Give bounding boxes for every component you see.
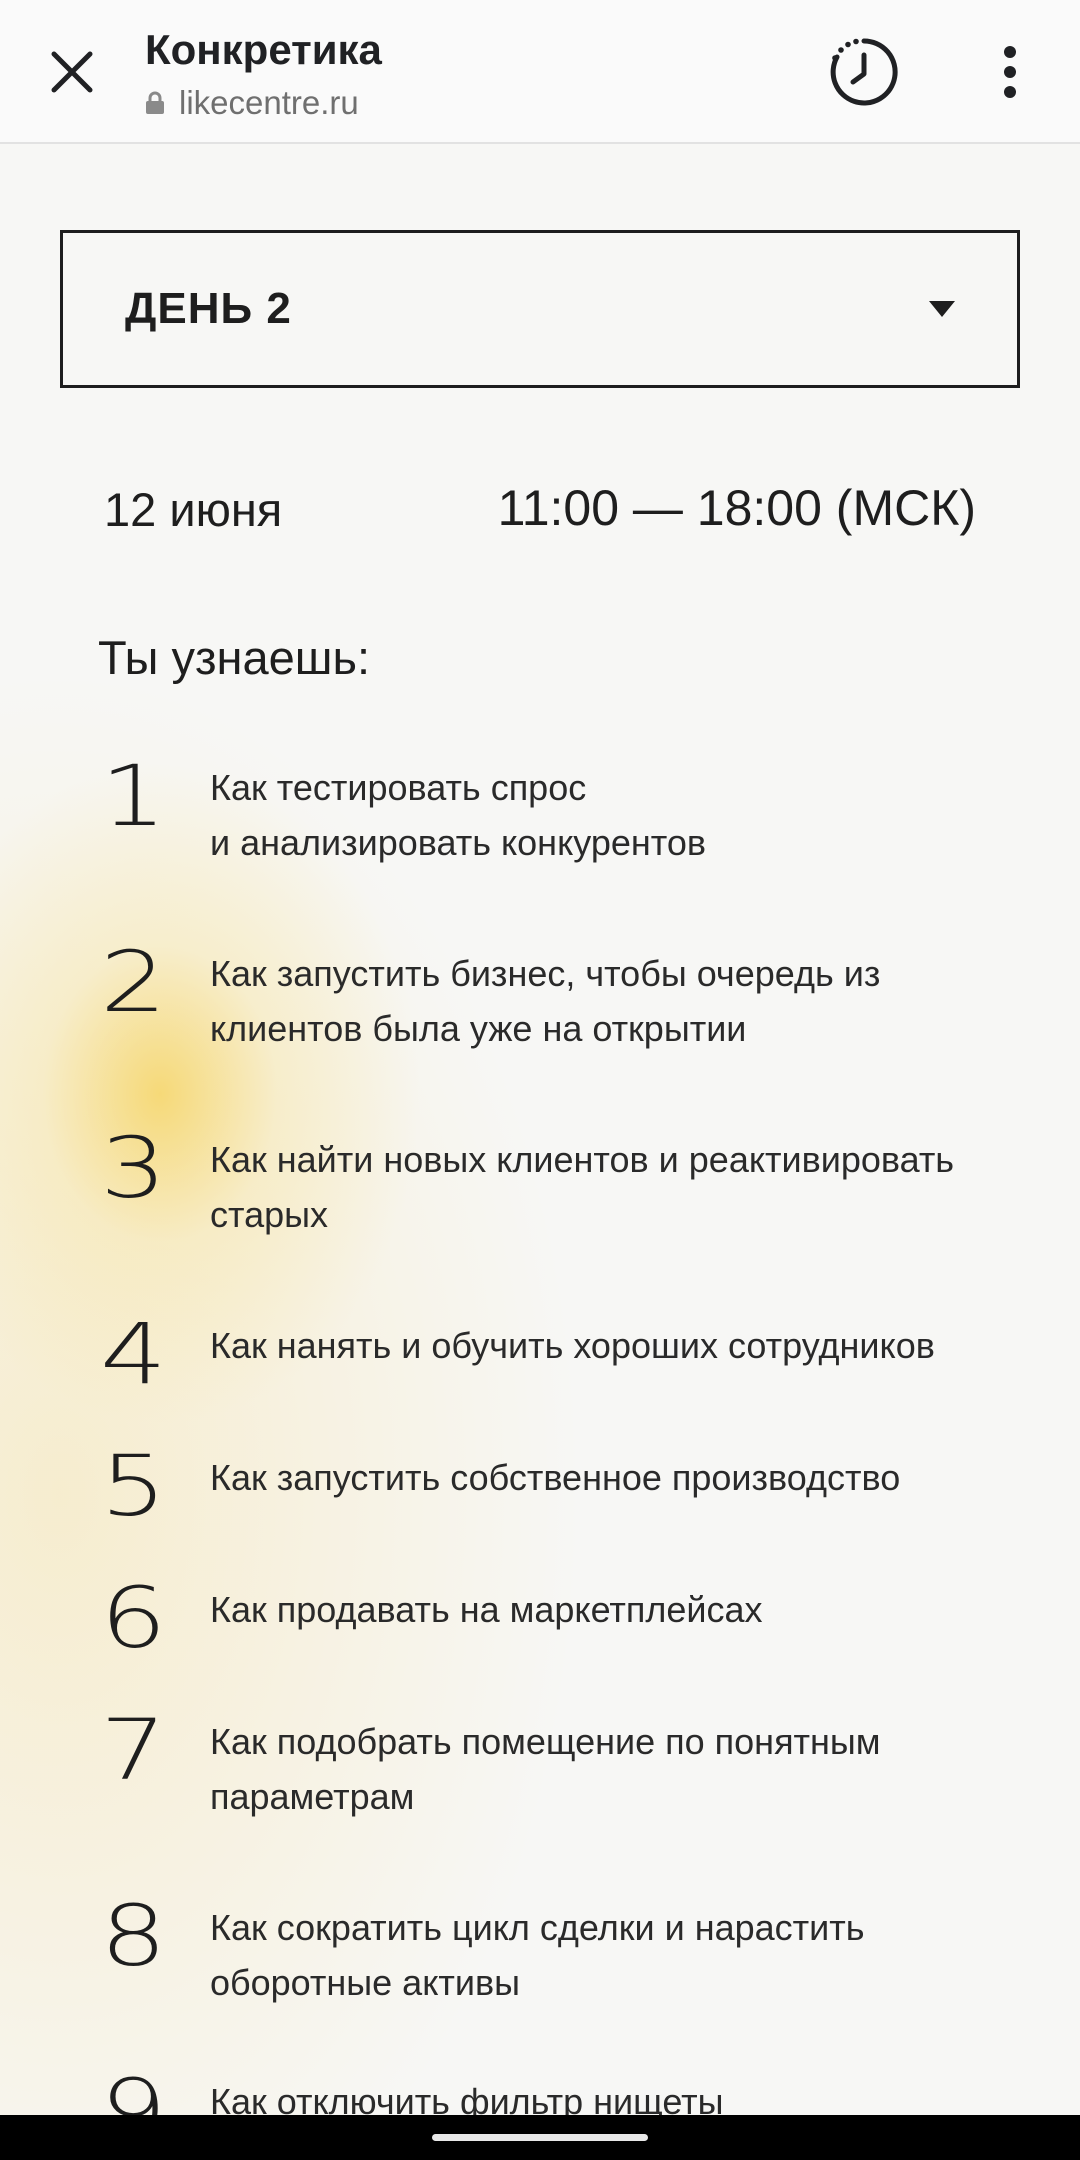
item-text: Как запустить собственное производство bbox=[210, 1450, 1010, 1505]
day-dropdown-value: ДЕНЬ 2 bbox=[125, 284, 292, 333]
more-menu-button[interactable] bbox=[980, 32, 1040, 112]
url-display[interactable]: likecentre.ru bbox=[145, 84, 359, 122]
more-vert-icon bbox=[1004, 46, 1016, 98]
history-button[interactable] bbox=[818, 32, 910, 112]
item-text-line: Как найти новых клиентов и реактивироват… bbox=[210, 1139, 955, 1180]
item-number: 5 bbox=[100, 1437, 167, 1535]
item-text: Как найти новых клиентов и реактивироват… bbox=[210, 1132, 1010, 1242]
item-number: 8 bbox=[100, 1887, 167, 1985]
page-title: Конкретика bbox=[145, 26, 382, 73]
item-text-line: Как продавать на маркетплейсах bbox=[210, 1589, 763, 1630]
item-text-line: и анализировать конкурентов bbox=[210, 822, 706, 863]
history-icon bbox=[830, 38, 898, 106]
page-content[interactable]: ДЕНЬ 2 12 июня 11:00 — 18:00 (МСК) Ты уз… bbox=[0, 144, 1080, 2115]
item-text-line: Как отключить фильтр нищеты bbox=[210, 2081, 724, 2115]
event-date: 12 июня bbox=[104, 483, 283, 536]
item-text-line: Как сократить цикл сделки и нарастить bbox=[210, 1907, 865, 1948]
item-number: 1 bbox=[100, 747, 167, 845]
item-text: Как сократить цикл сделки и нарастить об… bbox=[210, 1900, 1010, 2010]
item-text-line: Как тестировать спрос bbox=[210, 767, 587, 808]
item-text-line: клиентов была уже на открытии bbox=[210, 1008, 747, 1049]
item-text: Как тестировать спрос и анализировать ко… bbox=[210, 760, 1010, 870]
item-number: 4 bbox=[100, 1305, 167, 1403]
lock-icon bbox=[145, 91, 165, 115]
learn-heading: Ты узнаешь: bbox=[98, 631, 371, 684]
item-text-line: Как запустить бизнес, чтобы очередь из bbox=[210, 953, 881, 994]
item-text-line: старых bbox=[210, 1194, 329, 1235]
system-navigation-bar bbox=[0, 2115, 1080, 2160]
item-text-line: Как подобрать помещение по понятным bbox=[210, 1721, 881, 1762]
event-time: 11:00 — 18:00 (МСК) bbox=[497, 480, 976, 536]
item-text-line: параметрам bbox=[210, 1776, 415, 1817]
item-number: 2 bbox=[100, 933, 167, 1031]
item-number: 3 bbox=[100, 1119, 167, 1217]
item-text: Как нанять и обучить хороших сотрудников bbox=[210, 1318, 1010, 1373]
close-button[interactable] bbox=[36, 36, 108, 108]
item-text: Как отключить фильтр нищеты bbox=[210, 2074, 1010, 2115]
item-text-line: оборотные активы bbox=[210, 1962, 520, 2003]
url-text: likecentre.ru bbox=[179, 84, 359, 121]
item-number: 9 bbox=[100, 2061, 167, 2115]
item-text: Как продавать на маркетплейсах bbox=[210, 1582, 1010, 1637]
item-number: 7 bbox=[100, 1701, 167, 1799]
close-icon bbox=[51, 51, 93, 93]
browser-toolbar: Конкретика likecentre.ru bbox=[0, 0, 1080, 144]
home-gesture-handle[interactable] bbox=[432, 2134, 648, 2141]
item-text-line: Как запустить собственное производство bbox=[210, 1457, 901, 1498]
item-text: Как подобрать помещение по понятным пара… bbox=[210, 1714, 1010, 1824]
item-number: 6 bbox=[100, 1569, 167, 1667]
item-text: Как запустить бизнес, чтобы очередь из к… bbox=[210, 946, 1010, 1056]
day-dropdown[interactable]: ДЕНЬ 2 bbox=[60, 230, 1020, 388]
item-text-line: Как нанять и обучить хороших сотрудников bbox=[210, 1325, 935, 1366]
caret-down-icon bbox=[929, 301, 955, 317]
